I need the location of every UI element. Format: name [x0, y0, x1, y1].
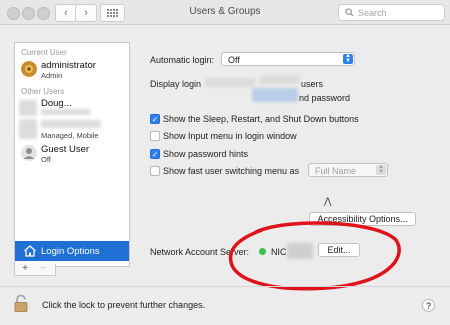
stepper-icon: ▲ ▼: [343, 53, 353, 64]
stepper-icon: ▲ ▼: [376, 164, 386, 175]
user-name: Doug...: [41, 98, 72, 109]
input-menu-checkbox[interactable]: [150, 131, 160, 141]
help-button[interactable]: ?: [422, 299, 435, 312]
user-row-guest[interactable]: Guest User Off: [15, 143, 129, 165]
title-bar: ‹ › Users & Groups Search: [0, 0, 450, 25]
avatar: [21, 61, 37, 77]
redacted-text: [41, 120, 101, 128]
blurred-avatar: [19, 100, 37, 116]
add-remove-bar: + −: [14, 263, 56, 276]
user-role: Managed, Mobile: [41, 131, 99, 140]
lock-instruction-text: Click the lock to prevent further change…: [42, 300, 206, 310]
user-row-administrator[interactable]: administrator Admin: [15, 59, 129, 81]
blurred-avatar: [19, 119, 37, 139]
user-role: Off: [41, 155, 51, 164]
sleep-restart-checkbox[interactable]: ✓: [150, 114, 160, 124]
footer-divider: [0, 286, 450, 287]
remove-user-button[interactable]: −: [35, 263, 51, 274]
redacted-text: [205, 78, 255, 87]
search-field[interactable]: Search: [338, 4, 445, 21]
automatic-login-label: Automatic login:: [150, 55, 215, 65]
display-login-label: Display login: [150, 79, 202, 89]
login-options-item[interactable]: Login Options: [15, 241, 129, 261]
login-options-label: Login Options: [41, 246, 100, 257]
password-hints-label: Show password hints: [163, 149, 249, 159]
guest-avatar-icon: [21, 145, 37, 161]
display-option-name-password[interactable]: nd password: [299, 93, 350, 103]
search-icon: [345, 8, 354, 17]
house-icon: [24, 245, 36, 257]
fast-user-switching-label: Show fast user switching menu as: [163, 166, 300, 176]
redacted-text: [41, 109, 91, 115]
user-role: Admin: [41, 71, 63, 80]
current-user-heading: Current User: [21, 48, 67, 57]
users-sidebar: Current User administrator Admin Other U…: [14, 42, 130, 267]
user-row-other-2[interactable]: Managed, Mobile: [15, 119, 129, 141]
redacted-text: [252, 88, 298, 102]
user-name: Guest User: [41, 144, 90, 155]
fast-user-switching-value: Full Name: [315, 166, 357, 176]
automatic-login-value: Off: [228, 55, 240, 65]
lock-open-icon[interactable]: [14, 295, 28, 312]
other-users-heading: Other Users: [21, 87, 65, 96]
fast-user-switching-select[interactable]: Full Name ▲ ▼: [308, 163, 388, 177]
automatic-login-select[interactable]: Off ▲ ▼: [221, 52, 355, 66]
search-placeholder: Search: [358, 7, 387, 18]
display-option-list-users[interactable]: users: [301, 79, 323, 89]
user-row-other-1[interactable]: Doug...: [15, 97, 129, 119]
input-menu-label: Show Input menu in login window: [163, 131, 297, 141]
user-name: administrator: [41, 60, 96, 71]
sleep-restart-label: Show the Sleep, Restart, and Shut Down b…: [163, 114, 359, 124]
password-hints-checkbox[interactable]: ✓: [150, 149, 160, 159]
add-user-button[interactable]: +: [17, 263, 33, 274]
redacted-text: [260, 75, 300, 84]
red-annotation-ellipse: [228, 221, 401, 291]
fast-user-switching-checkbox[interactable]: [150, 166, 160, 176]
text-cursor-icon: ⋀: [324, 196, 332, 206]
